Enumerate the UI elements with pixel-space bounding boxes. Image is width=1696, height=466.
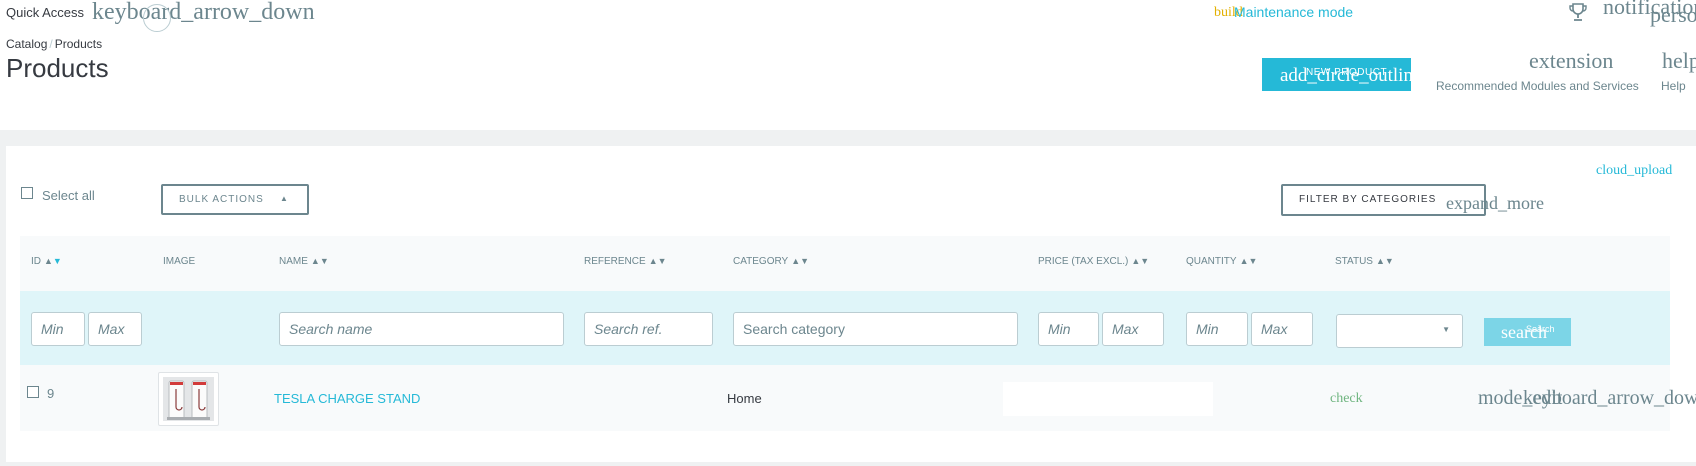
breadcrumb: Catalog / Products bbox=[6, 37, 102, 51]
column-header-name[interactable]: NAME ▲▼ bbox=[279, 256, 329, 267]
column-header-price[interactable]: PRICE (TAX EXCL.) ▲▼ bbox=[1038, 256, 1149, 267]
row-checkbox[interactable] bbox=[27, 386, 39, 398]
price-max-input[interactable] bbox=[1102, 312, 1164, 346]
price-inline-field[interactable] bbox=[1003, 382, 1213, 416]
price-min-input[interactable] bbox=[1038, 312, 1099, 346]
select-all-label[interactable]: Select all bbox=[42, 188, 95, 203]
actions-dropdown-icon[interactable]: keyboard_arrow_down bbox=[1523, 388, 1696, 408]
breadcrumb-products: Products bbox=[54, 37, 103, 51]
status-filter-select[interactable]: ▼ bbox=[1336, 314, 1463, 348]
bulk-actions-label: BULK ACTIONS bbox=[179, 194, 264, 205]
keyboard-arrow-down-icon[interactable]: keyboard_arrow_down bbox=[92, 0, 315, 24]
sort-arrows-icon[interactable]: ▲▼ bbox=[791, 256, 809, 266]
id-min-input[interactable] bbox=[31, 312, 85, 346]
table-row bbox=[20, 365, 1670, 431]
bulk-actions-button[interactable]: BULK ACTIONS ▲ bbox=[161, 184, 309, 215]
extension-icon[interactable]: extension bbox=[1529, 50, 1613, 72]
add-circle-outline-icon: add_circle_outline bbox=[1280, 65, 1411, 86]
caret-up-icon: ▲ bbox=[280, 194, 289, 203]
search-reference-input[interactable] bbox=[584, 312, 713, 346]
sort-arrows-icon[interactable]: ▲▼ bbox=[1376, 256, 1394, 266]
help-link[interactable]: Help bbox=[1661, 79, 1686, 93]
row-id: 9 bbox=[47, 386, 55, 401]
sort-arrows-icon[interactable]: ▲▼ bbox=[44, 256, 62, 266]
filter-by-categories-label: FILTER BY CATEGORIES bbox=[1299, 194, 1437, 205]
search-circle-icon[interactable] bbox=[143, 4, 171, 32]
table-header-row: ID ▲▼ IMAGE NAME ▲▼ REFERENCE ▲▼ CATEGORY ▲▼… bbox=[20, 236, 1670, 291]
product-category: Home bbox=[727, 391, 762, 406]
recommended-modules-link[interactable]: Recommended Modules and Services bbox=[1436, 79, 1639, 93]
breadcrumb-separator: / bbox=[49, 37, 53, 51]
quantity-max-input[interactable] bbox=[1251, 312, 1313, 346]
column-header-image: IMAGE bbox=[163, 256, 196, 267]
tesla-stand-image bbox=[163, 377, 214, 421]
column-header-reference[interactable]: REFERENCE ▲▼ bbox=[584, 256, 667, 267]
cloud-upload-icon[interactable]: cloud_upload bbox=[1596, 164, 1672, 178]
sort-arrows-icon[interactable]: ▲▼ bbox=[649, 256, 667, 266]
search-button[interactable]: Search search bbox=[1484, 318, 1571, 346]
chevron-down-icon: ▼ bbox=[1442, 325, 1450, 334]
breadcrumb-catalog[interactable]: Catalog bbox=[6, 37, 47, 51]
check-icon[interactable]: check bbox=[1330, 392, 1363, 406]
column-header-category[interactable]: CATEGORY ▲▼ bbox=[733, 256, 809, 267]
column-header-status[interactable]: STATUS ▲▼ bbox=[1335, 256, 1394, 267]
trophy-icon[interactable] bbox=[1567, 1, 1589, 23]
maintenance-mode-link[interactable]: Maintenance mode bbox=[1234, 4, 1353, 20]
expand-more-icon[interactable]: expand_more bbox=[1446, 194, 1544, 212]
search-icon: search bbox=[1501, 322, 1547, 342]
help-icon[interactable]: help bbox=[1662, 50, 1696, 72]
product-thumbnail[interactable] bbox=[158, 372, 219, 426]
search-name-input[interactable] bbox=[279, 312, 564, 346]
quantity-min-input[interactable] bbox=[1186, 312, 1248, 346]
search-category-input[interactable] bbox=[733, 312, 1018, 346]
product-name-link[interactable]: TESLA CHARGE STAND bbox=[274, 391, 420, 406]
id-max-input[interactable] bbox=[88, 312, 142, 346]
quick-access-menu[interactable]: Quick Access bbox=[6, 5, 84, 20]
column-header-id[interactable]: ID ▲▼ bbox=[31, 256, 62, 267]
sort-arrows-icon[interactable]: ▲▼ bbox=[311, 256, 329, 266]
select-all-checkbox[interactable] bbox=[21, 187, 33, 199]
sort-arrows-icon[interactable]: ▲▼ bbox=[1240, 256, 1258, 266]
sort-arrows-icon[interactable]: ▲▼ bbox=[1131, 256, 1149, 266]
person-icon[interactable]: person bbox=[1650, 4, 1696, 26]
new-product-button[interactable]: NEW PRODUCT add_circle_outline bbox=[1262, 58, 1411, 91]
column-header-quantity[interactable]: QUANTITY ▲▼ bbox=[1186, 256, 1257, 267]
page-title: Products bbox=[6, 53, 109, 83]
